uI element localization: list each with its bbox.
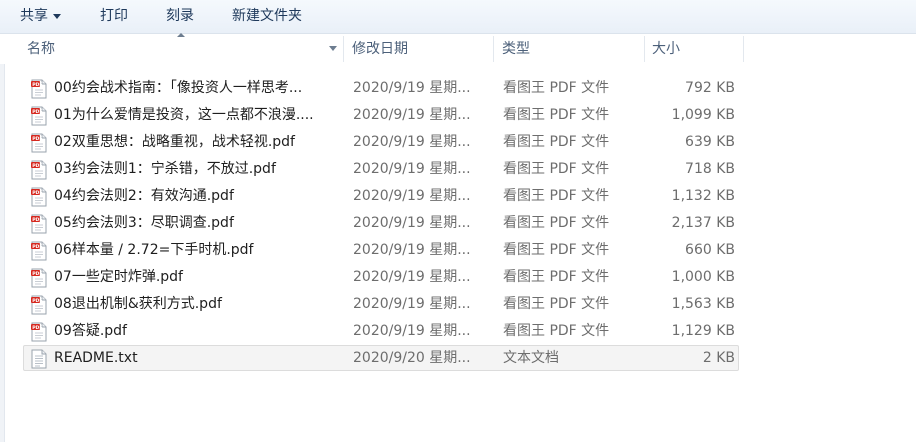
- file-size: 2 KB: [702, 350, 735, 366]
- file-row[interactable]: PDF 08退出机制&获利方式.pdf 2020/9/19 星期... 看图王 PDF…: [23, 291, 739, 317]
- command-bar: 共享 打印 刻录 新建文件夹: [0, 0, 916, 34]
- column-filter-dropdown-icon[interactable]: [329, 46, 337, 51]
- file-modified-date: 2020/9/19 星期...: [353, 134, 471, 150]
- file-size: 718 KB: [685, 161, 735, 177]
- file-name: 08退出机制&获利方式.pdf: [54, 296, 222, 312]
- file-name: 07一些定时炸弹.pdf: [54, 269, 183, 285]
- file-name: README.txt: [54, 350, 138, 366]
- file-type: 看图王 PDF 文件: [503, 296, 610, 312]
- file-type: 看图王 PDF 文件: [503, 269, 610, 285]
- column-header-name-label: 名称: [27, 41, 55, 57]
- pdf-file-icon: PDF: [30, 106, 48, 126]
- file-type: 看图王 PDF 文件: [503, 323, 610, 339]
- sort-ascending-icon: [177, 33, 185, 37]
- file-modified-date: 2020/9/19 星期...: [353, 188, 471, 204]
- file-modified-date: 2020/9/19 星期...: [353, 80, 471, 96]
- svg-text:PDF: PDF: [32, 298, 42, 304]
- svg-text:PDF: PDF: [32, 136, 42, 142]
- file-row[interactable]: PDF 07一些定时炸弹.pdf 2020/9/19 星期... 看图王 PDF 文件…: [23, 264, 739, 290]
- file-size: 792 KB: [685, 80, 735, 96]
- share-label: 共享: [20, 8, 48, 24]
- pdf-file-icon: PDF: [30, 241, 48, 261]
- file-row[interactable]: PDF 01为什么爱情是投资，这一点都不浪漫.... 2020/9/19 星期...…: [23, 102, 739, 128]
- file-size: 1,563 KB: [671, 296, 735, 312]
- file-name: 03约会法则1：宁杀错，不放过.pdf: [54, 161, 276, 177]
- svg-text:PDF: PDF: [32, 82, 42, 88]
- column-divider[interactable]: [343, 36, 344, 62]
- file-size: 2,137 KB: [671, 215, 735, 231]
- chevron-down-icon: [53, 13, 61, 19]
- pdf-file-icon: PDF: [30, 268, 48, 288]
- file-type: 看图王 PDF 文件: [503, 134, 610, 150]
- file-modified-date: 2020/9/19 星期...: [353, 323, 471, 339]
- file-name: 06样本量 / 2.72=下手时机.pdf: [54, 242, 254, 258]
- file-type: 看图王 PDF 文件: [503, 161, 610, 177]
- file-name: 00约会战术指南：「像投资人一样思考...: [54, 80, 303, 96]
- column-header-size[interactable]: 大小: [652, 34, 742, 64]
- new-folder-button[interactable]: 新建文件夹: [232, 6, 302, 26]
- file-size: 639 KB: [685, 134, 735, 150]
- pdf-file-icon: PDF: [30, 160, 48, 180]
- pdf-file-icon: PDF: [30, 133, 48, 153]
- pdf-file-icon: PDF: [30, 322, 48, 342]
- file-row[interactable]: PDF 03约会法则1：宁杀错，不放过.pdf 2020/9/19 星期... 看图王…: [23, 156, 739, 182]
- file-modified-date: 2020/9/19 星期...: [353, 296, 471, 312]
- file-name: 05约会法则3：尽职调查.pdf: [54, 215, 234, 231]
- file-row[interactable]: PDF 05约会法则3：尽职调查.pdf 2020/9/19 星期... 看图王 PD…: [23, 210, 739, 236]
- file-type: 看图王 PDF 文件: [503, 188, 610, 204]
- file-type: 看图王 PDF 文件: [503, 215, 610, 231]
- file-row[interactable]: PDF 02双重思想：战略重视，战术轻视.pdf 2020/9/19 星期... 看图…: [23, 129, 739, 155]
- svg-text:PDF: PDF: [32, 109, 42, 115]
- file-row[interactable]: PDF 06样本量 / 2.72=下手时机.pdf 2020/9/19 星期... 看…: [23, 237, 739, 263]
- svg-text:PDF: PDF: [32, 163, 42, 169]
- file-row[interactable]: README.txt 2020/9/20 星期... 文本文档 2 KB: [23, 345, 739, 371]
- svg-text:PDF: PDF: [32, 271, 42, 277]
- file-name: 09答疑.pdf: [54, 323, 127, 339]
- file-name: 02双重思想：战略重视，战术轻视.pdf: [54, 134, 295, 150]
- svg-text:PDF: PDF: [32, 190, 42, 196]
- pdf-file-icon: PDF: [30, 295, 48, 315]
- svg-text:PDF: PDF: [32, 217, 42, 223]
- file-modified-date: 2020/9/19 星期...: [353, 242, 471, 258]
- navigation-pane-edge: [0, 64, 5, 442]
- column-divider[interactable]: [743, 36, 744, 62]
- pdf-file-icon: PDF: [30, 79, 48, 99]
- file-modified-date: 2020/9/19 星期...: [353, 269, 471, 285]
- file-row[interactable]: PDF 04约会法则2：有效沟通.pdf 2020/9/19 星期... 看图王 PD…: [23, 183, 739, 209]
- pdf-file-icon: PDF: [30, 214, 48, 234]
- file-row[interactable]: PDF 00约会战术指南：「像投资人一样思考... 2020/9/19 星期... 看…: [23, 75, 739, 101]
- column-header-name[interactable]: 名称: [27, 34, 339, 64]
- column-header-row: 名称 修改日期 类型 大小: [0, 33, 916, 64]
- file-modified-date: 2020/9/19 星期...: [353, 161, 471, 177]
- file-size: 1,000 KB: [671, 269, 735, 285]
- file-row[interactable]: PDF 09答疑.pdf 2020/9/19 星期... 看图王 PDF 文件 1,12…: [23, 318, 739, 344]
- file-type: 看图王 PDF 文件: [503, 107, 610, 123]
- file-modified-date: 2020/9/19 星期...: [353, 215, 471, 231]
- column-divider[interactable]: [493, 36, 494, 62]
- svg-text:PDF: PDF: [32, 325, 42, 331]
- burn-button[interactable]: 刻录: [166, 6, 194, 26]
- pdf-file-icon: PDF: [30, 187, 48, 207]
- file-type: 看图王 PDF 文件: [503, 80, 610, 96]
- column-header-date[interactable]: 修改日期: [352, 34, 492, 64]
- file-type: 看图王 PDF 文件: [503, 242, 610, 258]
- file-name: 01为什么爱情是投资，这一点都不浪漫....: [54, 107, 314, 123]
- column-divider[interactable]: [644, 36, 645, 62]
- file-name: 04约会法则2：有效沟通.pdf: [54, 188, 234, 204]
- file-size: 660 KB: [685, 242, 735, 258]
- share-menu-button[interactable]: 共享: [20, 6, 61, 26]
- print-button[interactable]: 打印: [100, 6, 128, 26]
- file-size: 1,132 KB: [671, 188, 735, 204]
- file-type: 文本文档: [503, 350, 559, 366]
- svg-text:PDF: PDF: [32, 244, 42, 250]
- file-size: 1,099 KB: [671, 107, 735, 123]
- file-modified-date: 2020/9/19 星期...: [353, 107, 471, 123]
- file-size: 1,129 KB: [671, 323, 735, 339]
- file-modified-date: 2020/9/20 星期...: [353, 350, 471, 366]
- column-header-type[interactable]: 类型: [502, 34, 642, 64]
- text-file-icon: [30, 349, 48, 369]
